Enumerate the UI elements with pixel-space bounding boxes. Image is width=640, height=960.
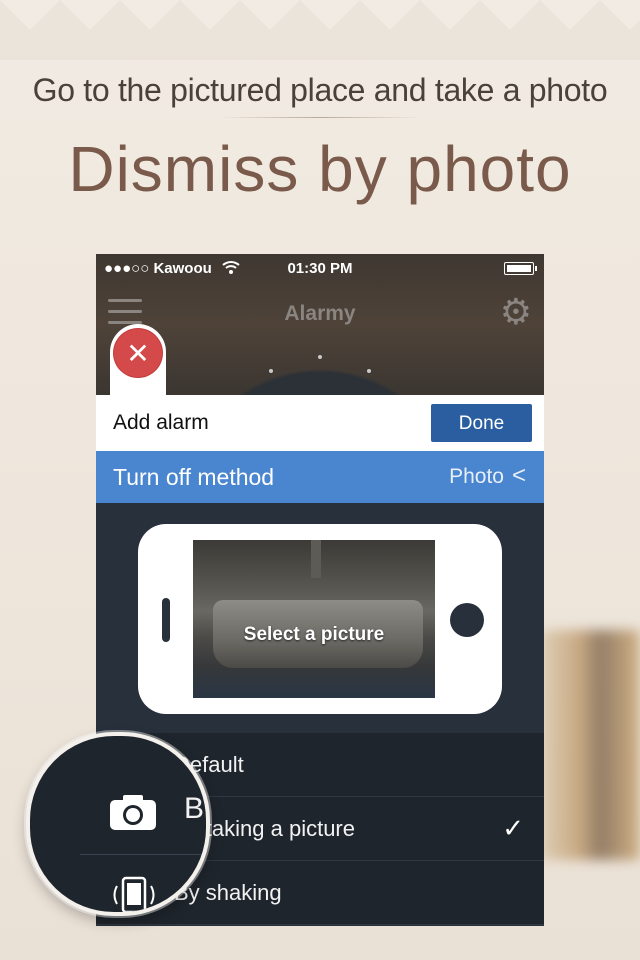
lens-divider bbox=[80, 854, 206, 855]
add-alarm-bar: Add alarm Done bbox=[96, 395, 544, 451]
background-blurred-photo bbox=[540, 630, 640, 860]
phone-home-button bbox=[450, 603, 484, 637]
method-option-label: By shaking bbox=[174, 880, 282, 905]
promo-title: Dismiss by photo bbox=[68, 133, 572, 205]
done-button[interactable]: Done bbox=[431, 404, 532, 442]
magnifier-lens: B bbox=[26, 732, 210, 916]
dial-dot bbox=[367, 369, 371, 373]
photo-faucet bbox=[311, 540, 321, 578]
promo-subtitle: Go to the pictured place and take a phot… bbox=[32, 72, 608, 108]
gear-icon[interactable]: ⚙ bbox=[500, 294, 532, 330]
checkmark-icon: ✓ bbox=[502, 813, 524, 843]
turn-off-method-value: Photo bbox=[449, 465, 504, 488]
status-bar: ●●●○○ Kawoou 01:30 PM bbox=[96, 254, 544, 282]
divider bbox=[218, 117, 422, 118]
phone-speaker bbox=[162, 598, 170, 642]
select-picture-label: Select a picture bbox=[243, 624, 385, 645]
close-icon[interactable]: ✕ bbox=[114, 329, 162, 377]
add-alarm-label: Add alarm bbox=[113, 411, 209, 434]
zoomed-letter: B bbox=[184, 792, 205, 825]
chevron-left-icon: < bbox=[511, 462, 526, 489]
dial-dot bbox=[269, 369, 273, 373]
background-pattern bbox=[0, 0, 640, 60]
status-time: 01:30 PM bbox=[287, 260, 353, 277]
shake-phone-icon bbox=[113, 876, 155, 912]
select-picture-area[interactable]: Select a picture bbox=[193, 540, 435, 698]
turn-off-method-label: Turn off method bbox=[113, 464, 275, 490]
camera-icon bbox=[110, 795, 156, 830]
battery-icon bbox=[504, 262, 537, 275]
turn-off-method-row[interactable]: Turn off method Photo < bbox=[96, 451, 544, 503]
app-title: Alarmy bbox=[284, 302, 356, 325]
photo-phone-frame: Select a picture bbox=[138, 524, 502, 714]
dial-dot bbox=[318, 355, 322, 359]
